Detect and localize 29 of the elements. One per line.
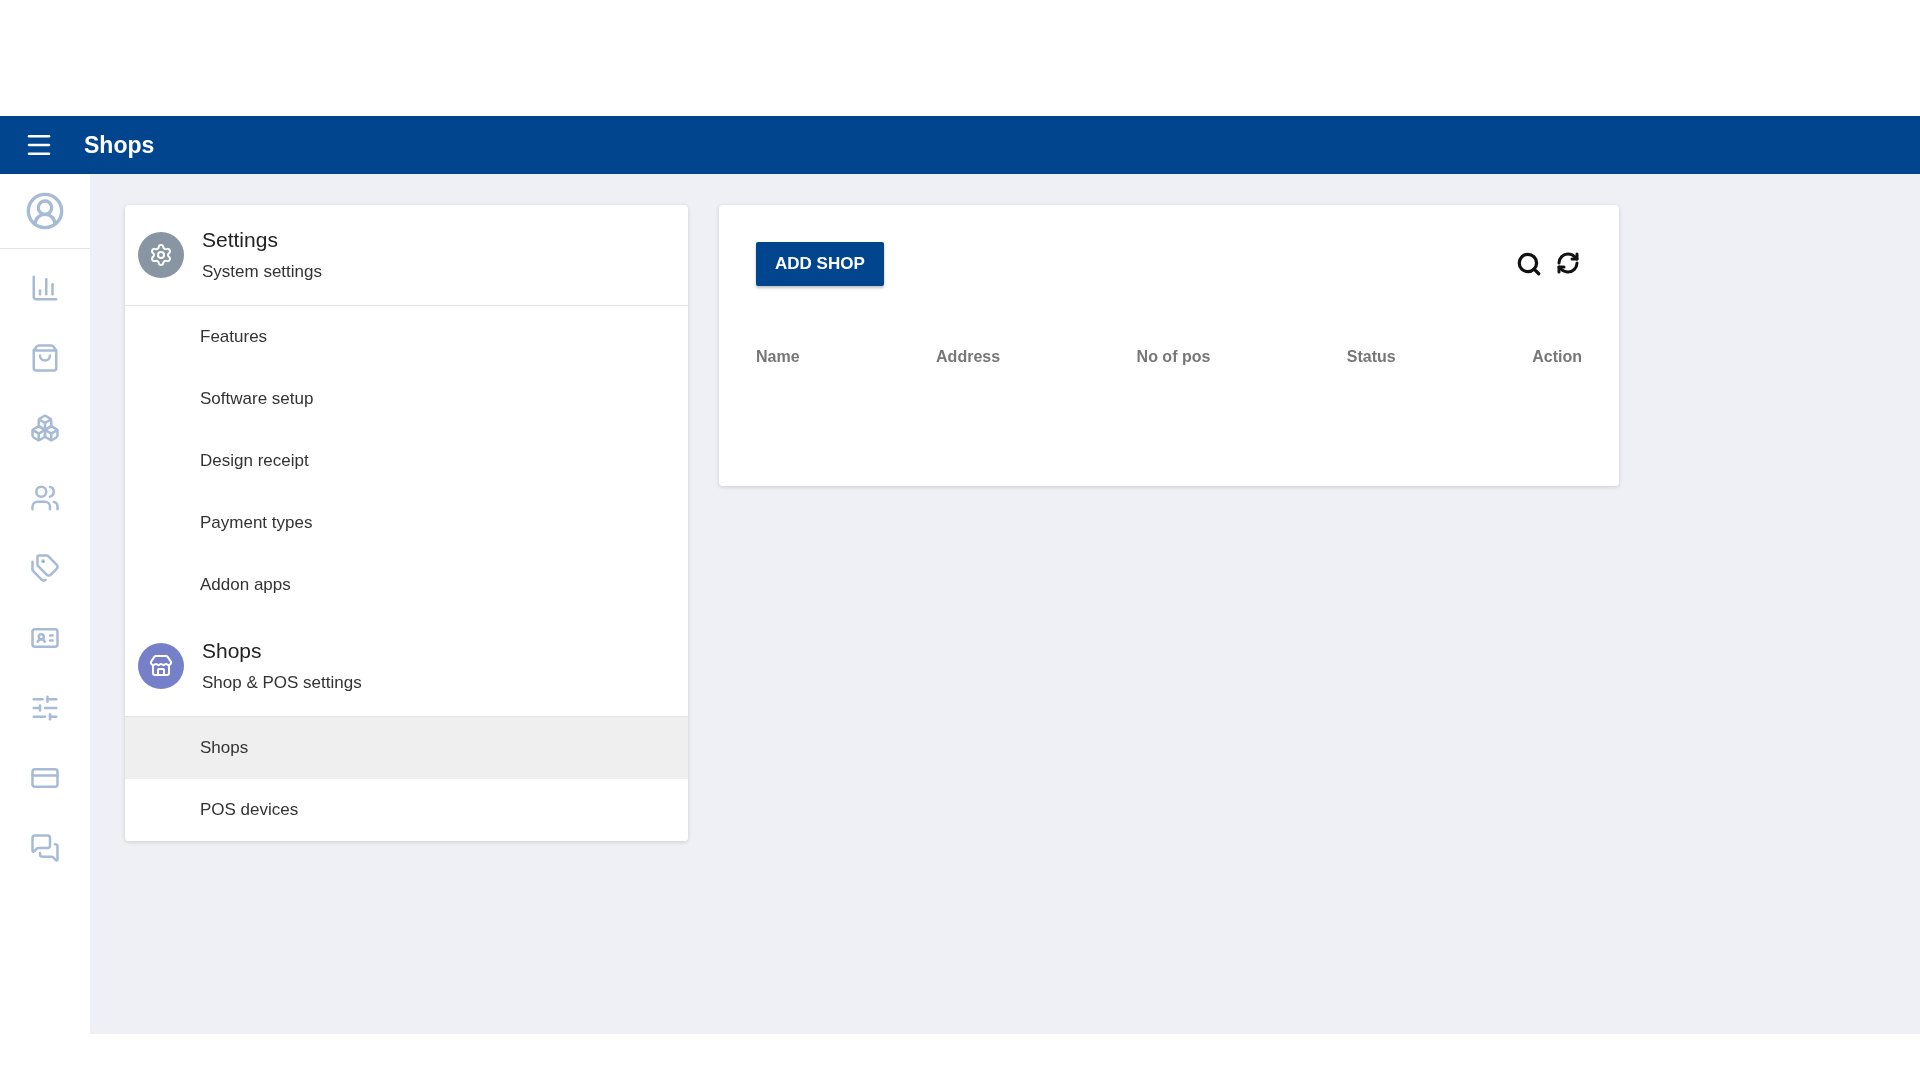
- people-icon[interactable]: [30, 483, 60, 513]
- menu-item[interactable]: Addon apps: [125, 554, 688, 616]
- menu-item[interactable]: Payment types: [125, 492, 688, 554]
- add-shop-button[interactable]: ADD SHOP: [756, 242, 884, 286]
- group-title: Settings: [202, 228, 279, 252]
- boxes-icon[interactable]: [30, 413, 60, 443]
- menu-item[interactable]: Features: [125, 306, 688, 368]
- group-subtitle: Shop & POS settings: [202, 673, 362, 693]
- column-header: Status: [1346, 348, 1396, 366]
- menu-item[interactable]: Software setup: [125, 368, 688, 430]
- column-header: Action: [1532, 348, 1582, 366]
- tag-icon[interactable]: [30, 553, 60, 583]
- shopping-bag-icon[interactable]: [30, 343, 60, 373]
- sliders-icon[interactable]: [30, 693, 60, 723]
- page-title: Shops: [84, 131, 155, 159]
- menu-item[interactable]: Shops: [125, 717, 688, 779]
- group-title: Shops: [202, 639, 263, 663]
- user-avatar-icon[interactable]: [25, 191, 65, 231]
- bar-chart-icon[interactable]: [30, 273, 60, 303]
- help-chat-icon[interactable]: [30, 833, 60, 863]
- gear-icon: [138, 232, 184, 278]
- search-icon[interactable]: [1516, 251, 1542, 277]
- column-header: Name: [756, 348, 800, 366]
- store-icon: [138, 643, 184, 689]
- group-subtitle: System settings: [202, 262, 322, 282]
- column-header: No of pos: [1136, 348, 1211, 366]
- column-header: Address: [936, 348, 1001, 366]
- menu-item[interactable]: Design receipt: [125, 430, 688, 492]
- menu-item[interactable]: POS devices: [125, 779, 688, 841]
